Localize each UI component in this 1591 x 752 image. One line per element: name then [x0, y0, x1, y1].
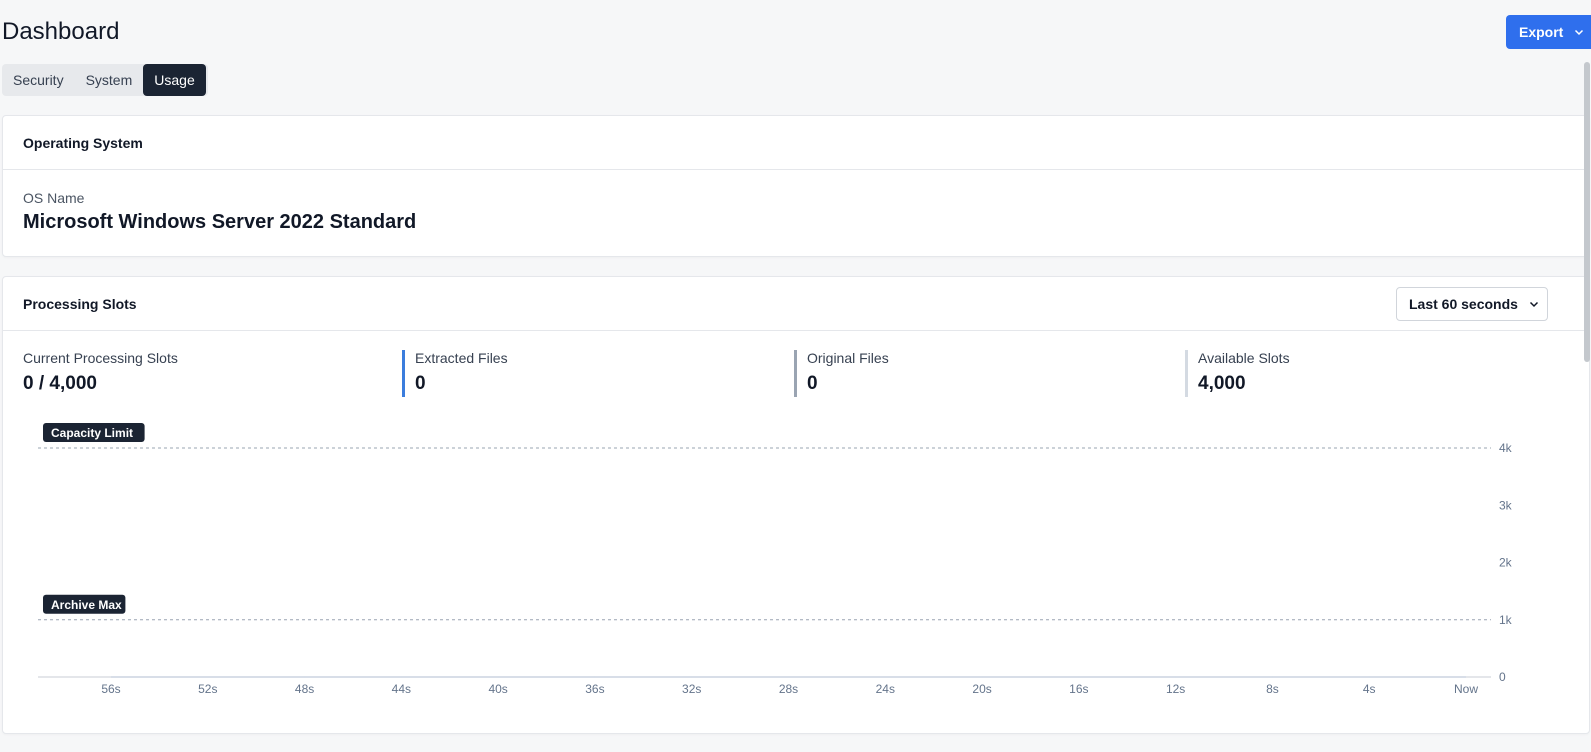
y-tick-label: 2k [1499, 556, 1513, 570]
y-tick-label: 1k [1499, 613, 1513, 627]
os-name-value: Microsoft Windows Server 2022 Standard [23, 211, 417, 233]
x-tick-label: 52s [198, 682, 217, 696]
scrollbar-thumb[interactable] [1584, 62, 1590, 362]
x-tick-label: Now [1454, 682, 1478, 696]
y-tick-label: 3k [1499, 498, 1513, 512]
x-tick-label: 36s [585, 682, 604, 696]
operating-system-card: Operating System OS Name Microsoft Windo… [2, 115, 1590, 257]
x-tick-label: 48s [295, 682, 314, 696]
tab-system[interactable]: System [75, 64, 144, 96]
x-tick-label: 44s [392, 682, 411, 696]
x-tick-label: 56s [101, 682, 120, 696]
x-tick-label: 24s [876, 682, 895, 696]
export-button[interactable]: Export [1506, 15, 1591, 49]
processing-slots-card: Processing Slots Last 60 seconds Current… [2, 276, 1590, 734]
reference-label-text: Capacity Limit [51, 426, 133, 440]
operating-system-card-title: Operating System [3, 116, 1589, 170]
chevron-down-icon [1573, 26, 1585, 38]
os-name-label: OS Name [23, 190, 85, 206]
x-tick-label: 28s [779, 682, 798, 696]
tab-usage[interactable]: Usage [143, 64, 206, 96]
processing-slots-chart: 0 1k 2k 3k 4k 56s 52s 48s 44s 40s 36s 32s 28s 24s 20s 1… [38, 423, 1513, 696]
x-tick-label: 12s [1166, 682, 1185, 696]
dashboard-page: Dashboard Export Security System Usage O… [0, 0, 1591, 752]
y-tick-label: 0 [1499, 670, 1506, 684]
x-tick-label: 16s [1069, 682, 1088, 696]
x-tick-label: 8s [1266, 682, 1279, 696]
page-title: Dashboard [2, 18, 120, 45]
x-tick-label: 32s [682, 682, 701, 696]
x-tick-label: 4s [1363, 682, 1376, 696]
tab-bar: Security System Usage [2, 64, 208, 96]
export-button-label: Export [1519, 24, 1564, 40]
x-tick-label: 20s [972, 682, 991, 696]
y-tick-label: 4k [1499, 441, 1513, 455]
x-tick-label: 40s [488, 682, 507, 696]
reference-label-text: Archive Max [51, 598, 122, 612]
tab-security[interactable]: Security [2, 64, 75, 96]
